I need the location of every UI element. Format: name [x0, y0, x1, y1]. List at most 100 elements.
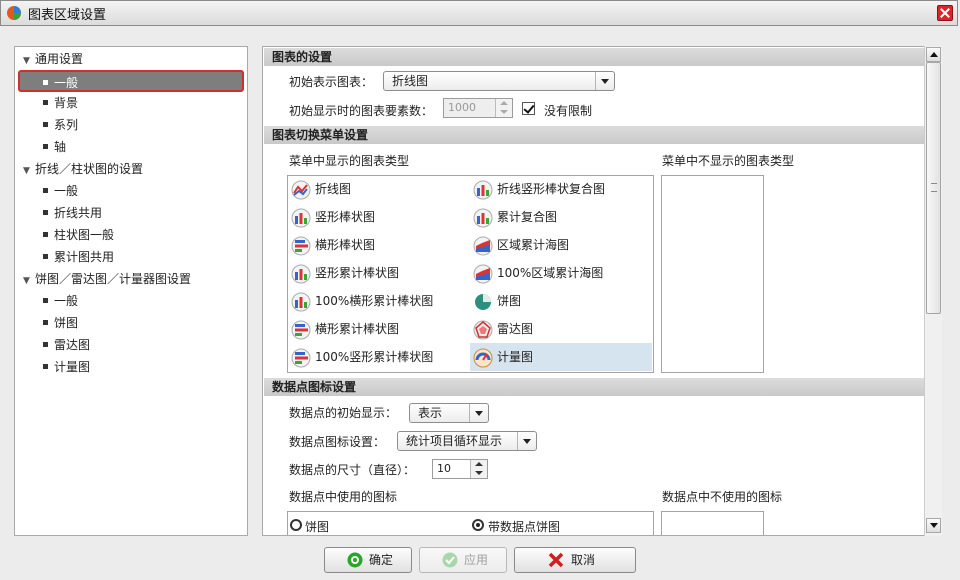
- chart-type-item[interactable]: 雷达图: [470, 315, 652, 343]
- chart-type-item[interactable]: 100%区域累计海图: [470, 259, 652, 287]
- initial-chart-select[interactable]: 折线图: [383, 71, 615, 91]
- chart-type-item[interactable]: 饼图: [470, 287, 652, 315]
- tree-item-4[interactable]: 轴: [19, 136, 269, 158]
- chart-type-item[interactable]: 100%竖形累计棒状图: [288, 343, 470, 371]
- chevron-down-icon: [595, 72, 614, 90]
- vbar-chart-icon: [291, 208, 311, 228]
- bullet-icon: [43, 232, 48, 237]
- tree-item-11[interactable]: 一般: [19, 290, 269, 312]
- chart-type-label: 100%横形累计棒状图: [315, 294, 434, 308]
- tree-item-1[interactable]: 一般: [18, 70, 244, 92]
- chart-type-label: 横形棒状图: [315, 238, 376, 252]
- tree-item-7[interactable]: 折线共用: [19, 202, 269, 224]
- no-limit-label: 没有限制: [544, 104, 593, 118]
- tree-item-label: 折线／柱状图的设置: [35, 162, 144, 176]
- chart-type-label: 100%竖形累计棒状图: [315, 350, 434, 364]
- chart-type-item[interactable]: 折线图: [288, 176, 470, 203]
- tree-item-8[interactable]: 柱状图一般: [19, 224, 269, 246]
- apply-button[interactable]: 应用: [419, 547, 507, 573]
- chart-type-item[interactable]: 折线竖形棒状复合图: [470, 176, 652, 203]
- tree-item-2[interactable]: 背景: [19, 92, 269, 114]
- used-icons-list[interactable]: 饼图 带数据点饼图: [287, 511, 654, 535]
- element-count-stepper[interactable]: 1000: [443, 98, 513, 118]
- hidden-types-label: 菜单中不显示的图表类型: [662, 154, 795, 168]
- initial-display-select[interactable]: 表示: [409, 403, 489, 423]
- chevron-down-icon: [517, 432, 536, 450]
- size-value: 10: [437, 462, 451, 475]
- settings-tree[interactable]: ▼ 通用设置 一般 背景 系列轴 ▼ 折线／柱状图的设置 一般 折线共用 柱状图一般 累计图共用 ▼ 饼…: [14, 46, 248, 536]
- vbar-chart-icon: [473, 180, 493, 200]
- radar-chart-icon: [473, 320, 493, 340]
- size-stepper[interactable]: 10: [432, 459, 488, 479]
- apply-label: 应用: [464, 553, 489, 567]
- tree-item-label: 背景: [54, 96, 79, 110]
- stepper-arrows-icon[interactable]: [470, 460, 487, 478]
- expand-arrow-icon[interactable]: ▼: [23, 270, 33, 292]
- bullet-icon: [43, 364, 48, 369]
- close-button[interactable]: [937, 5, 953, 21]
- chart-type-item[interactable]: 计量图: [470, 343, 652, 371]
- pie-icon-radio[interactable]: [290, 519, 302, 531]
- hbar-chart-icon: [291, 348, 311, 368]
- bullet-icon: [43, 100, 48, 105]
- tree-item-6[interactable]: 一般: [19, 180, 269, 202]
- chart-type-label: 横形累计棒状图: [315, 322, 400, 336]
- chart-type-item[interactable]: 横形累计棒状图: [288, 315, 470, 343]
- tree-item-12[interactable]: 饼图: [19, 312, 269, 334]
- hbar-chart-icon: [291, 320, 311, 340]
- tree-group-0[interactable]: ▼ 通用设置: [23, 48, 243, 70]
- bullet-icon: [43, 210, 48, 215]
- chart-type-label: 区域累计海图: [497, 238, 570, 252]
- settings-panel: 图表的设置 初始表示图表： 折线图 初始显示时的图表要素数： 1000 没有限制…: [262, 46, 942, 536]
- unused-icons-list[interactable]: [661, 511, 764, 535]
- expand-arrow-icon[interactable]: ▼: [23, 50, 33, 72]
- pie-with-point-icon-radio[interactable]: [472, 519, 484, 531]
- chart-type-item[interactable]: 竖形累计棒状图: [288, 259, 470, 287]
- tree-item-label: 系列: [54, 118, 79, 132]
- section-switch-menu: 图表切换菜单设置: [264, 126, 926, 144]
- chart-type-label: 100%区域累计海图: [497, 266, 604, 280]
- tree-group-5[interactable]: ▼ 折线／柱状图的设置: [23, 158, 243, 180]
- check-icon: [442, 552, 458, 568]
- tree-item-9[interactable]: 累计图共用: [19, 246, 269, 268]
- scroll-thumb[interactable]: [926, 62, 941, 314]
- shown-types-list[interactable]: 折线图 折线竖形棒状复合图竖形棒状图 累计复合图横形棒状图 区域累计海图竖形累计棒状图…: [287, 175, 654, 373]
- cancel-button[interactable]: 取消: [514, 547, 636, 573]
- chart-type-label: 饼图: [497, 294, 522, 308]
- tree-item-3[interactable]: 系列: [19, 114, 269, 136]
- chart-type-label: 计量图: [497, 350, 534, 364]
- chart-type-item[interactable]: 累计复合图: [470, 203, 652, 231]
- tree-item-label: 累计图共用: [54, 250, 115, 264]
- size-label: 数据点的尺寸（直径）：: [289, 463, 416, 477]
- icon-setting-select[interactable]: 统计项目循环显示: [397, 431, 537, 451]
- hbar-chart-icon: [291, 236, 311, 256]
- hidden-types-list[interactable]: [661, 175, 764, 373]
- stepper-arrows-icon[interactable]: [495, 99, 512, 117]
- chart-type-label: 竖形累计棒状图: [315, 266, 400, 280]
- bullet-icon: [43, 122, 48, 127]
- tree-group-10[interactable]: ▼ 饼图／雷达图／计量器图设置: [23, 268, 243, 290]
- tree-item-label: 柱状图一般: [54, 228, 115, 242]
- scroll-down-icon[interactable]: [926, 518, 941, 533]
- tree-item-label: 饼图: [54, 316, 79, 330]
- expand-arrow-icon[interactable]: ▼: [23, 160, 33, 182]
- tree-item-label: 计量图: [54, 360, 91, 374]
- tree-item-label: 轴: [54, 140, 67, 154]
- tree-item-14[interactable]: 计量图: [19, 356, 269, 378]
- panel-scrollbar[interactable]: [924, 46, 942, 536]
- no-limit-checkbox[interactable]: [522, 102, 535, 115]
- scroll-up-icon[interactable]: [926, 47, 941, 62]
- used-icons-label: 数据点中使用的图标: [289, 490, 398, 504]
- chart-type-item[interactable]: 横形棒状图: [288, 231, 470, 259]
- ok-button[interactable]: 确定: [324, 547, 412, 573]
- tree-item-13[interactable]: 雷达图: [19, 334, 269, 356]
- chart-type-label: 竖形棒状图: [315, 210, 376, 224]
- chart-type-item[interactable]: 100%横形累计棒状图: [288, 287, 470, 315]
- tree-item-label: 雷达图: [54, 338, 91, 352]
- initial-display-label: 数据点的初始显示：: [289, 406, 398, 420]
- chart-type-item[interactable]: 竖形棒状图: [288, 203, 470, 231]
- gauge-chart-icon: [473, 348, 493, 368]
- area-chart-icon: [473, 236, 493, 256]
- chart-type-item[interactable]: 区域累计海图: [470, 231, 652, 259]
- app-icon: [7, 6, 21, 20]
